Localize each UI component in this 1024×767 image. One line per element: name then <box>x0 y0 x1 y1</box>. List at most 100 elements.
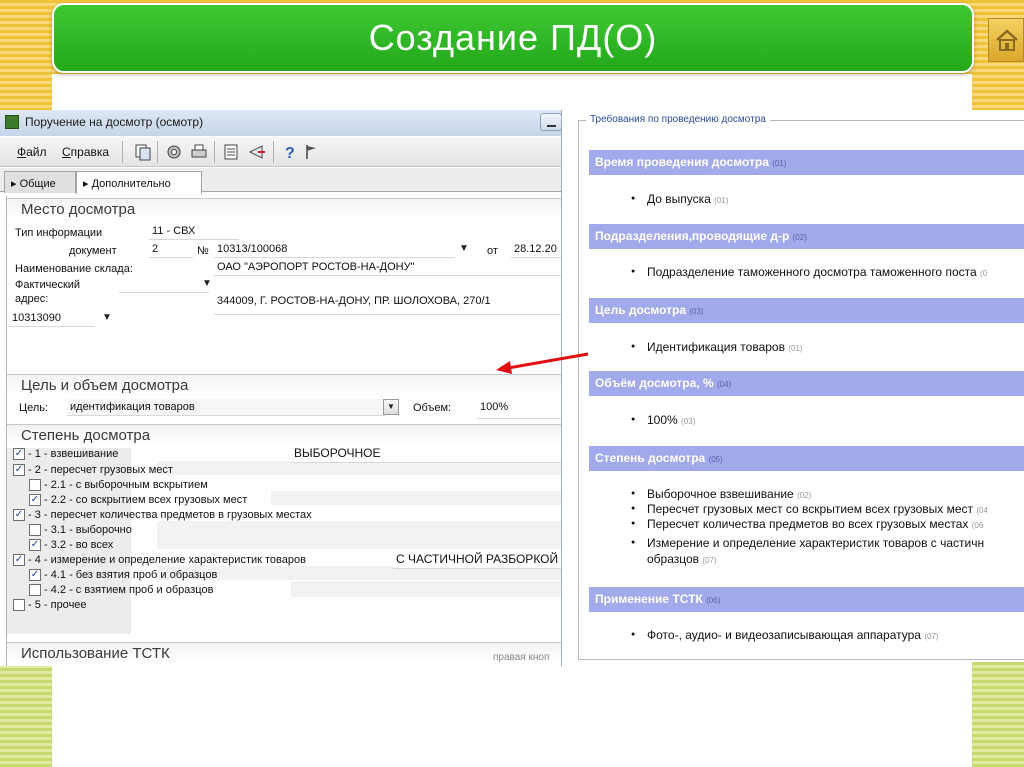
tab-general[interactable]: ▸ Общие <box>4 171 76 193</box>
code-field[interactable]: 10313090 <box>9 310 95 327</box>
requirement-item-code: (03) <box>681 417 696 426</box>
toolbar: Файл Справка ? <box>0 137 561 167</box>
bullet-icon: ● <box>631 520 636 527</box>
form-area: Место досмотра Тип информации 11 - СВХ д… <box>6 196 561 666</box>
degree-checkbox[interactable] <box>29 584 41 596</box>
requirement-item-text: образцов <box>647 552 700 566</box>
goal-dropdown-icon[interactable]: ▼ <box>383 399 399 415</box>
document-count-field[interactable]: 2 <box>149 241 193 258</box>
address-label: адрес: <box>15 293 49 305</box>
degree-value-field[interactable]: С ЧАСТИЧНОЙ РАЗБОРКОЙ <box>393 550 561 569</box>
requirement-header-text: Объём досмотра, % <box>595 376 714 390</box>
degree-item-label: - 4.2 - с взятием проб и образцов <box>44 584 214 596</box>
requirement-item-code: (01) <box>714 196 729 205</box>
degree-item-label: - 2 - пересчет грузовых мест <box>28 464 173 476</box>
slide-title: Создание ПД(О) <box>368 17 658 58</box>
degree-item-label: - 3 - пересчет количества предметов в гр… <box>28 509 312 521</box>
requirement-item: образцов (07) <box>647 552 717 566</box>
section-purpose: Цель и объем досмотра <box>7 374 561 396</box>
volume-field[interactable]: 100% <box>477 399 561 419</box>
toolbar-separator <box>214 141 215 163</box>
degree-checkbox[interactable] <box>13 599 25 611</box>
tstk-hint: правая кноп <box>493 652 550 663</box>
document-label: документ <box>69 245 117 257</box>
degree-checkbox[interactable] <box>13 554 25 566</box>
requirement-item-code: (07) <box>702 556 717 565</box>
send-icon[interactable] <box>248 143 266 161</box>
requirement-header-text: Время проведения досмотра <box>595 155 769 169</box>
help-icon[interactable]: ? <box>281 143 299 161</box>
requirement-item: Выборочное взвешивание (02) <box>647 487 811 501</box>
code-dropdown-icon[interactable]: ▼ <box>102 312 112 323</box>
requirement-item: Пересчет количества предметов во всех гр… <box>647 517 983 531</box>
degree-row-filler <box>271 491 561 505</box>
requirement-item-code: (07) <box>924 632 939 641</box>
degree-item-label: - 1 - взвешивание <box>28 448 119 460</box>
degree-checkbox[interactable] <box>13 448 25 460</box>
requirement-item-code: (01) <box>788 344 803 353</box>
document-dropdown-icon[interactable]: ▼ <box>459 243 469 254</box>
settings-icon[interactable] <box>165 143 183 161</box>
slide-title-bar: Создание ПД(О) <box>52 3 974 73</box>
bullet-icon: ● <box>631 539 636 546</box>
place-empty-area <box>7 328 561 374</box>
degree-checkbox[interactable] <box>13 509 25 521</box>
document-number-field[interactable]: 10313/100068 <box>214 241 454 258</box>
requirement-item-text: До выпуска <box>647 192 711 206</box>
document-date-field[interactable]: 28.12.20 <box>511 241 561 258</box>
requirement-header-code: (04) <box>717 380 732 389</box>
requirement-header-text: Цель досмотра <box>595 303 687 317</box>
info-type-field[interactable]: 11 - СВХ <box>149 223 239 240</box>
tab-additional-arrow-icon: ▸ <box>83 178 92 190</box>
window-title: Поручение на досмотр (осмотр) <box>25 115 204 129</box>
goal-select[interactable]: идентификация товаров <box>67 399 385 416</box>
address-type-field[interactable] <box>119 276 209 293</box>
toolbar-separator <box>157 141 158 163</box>
requirement-item-text: Подразделение таможенного досмотра тамож… <box>647 265 977 279</box>
requirement-item: Идентификация товаров (01) <box>647 340 803 354</box>
toolbar-separator <box>122 141 123 163</box>
address-type-dropdown-icon[interactable]: ▼ <box>202 278 212 289</box>
copy-icon[interactable] <box>134 143 152 161</box>
requirement-header-text: Степень досмотра <box>595 451 706 465</box>
degree-checkbox[interactable] <box>13 464 25 476</box>
degree-item-label: - 3.2 - во всех <box>44 539 114 551</box>
bullet-icon: ● <box>631 268 636 275</box>
degree-value-field[interactable]: ВЫБОРОЧНОЕ <box>291 444 561 463</box>
requirement-header: Объём досмотра, % (04) <box>589 371 1024 396</box>
flag-icon[interactable] <box>302 143 320 161</box>
home-button[interactable] <box>988 18 1024 62</box>
menu-file[interactable]: Файл <box>17 145 47 159</box>
requirement-item-code: (0 <box>980 269 988 278</box>
bullet-icon: ● <box>631 490 636 497</box>
degree-checkbox[interactable] <box>29 479 41 491</box>
arrow-left-icon <box>496 352 589 374</box>
requirement-item: Пересчет грузовых мест со вскрытием всех… <box>647 502 988 516</box>
print-icon[interactable] <box>190 143 208 161</box>
requirement-item-text: Пересчет количества предметов во всех гр… <box>647 517 969 531</box>
degree-checkbox[interactable] <box>29 494 41 506</box>
requirement-item-text: Фото-, аудио- и видеозаписывающая аппара… <box>647 628 921 642</box>
list-icon[interactable] <box>222 143 240 161</box>
requirement-item-code: (06 <box>971 521 984 530</box>
requirements-panel: Требования по проведению досмотра Время … <box>578 112 1024 660</box>
info-type-label: Тип информации <box>15 227 103 239</box>
requirement-header-text: Применение ТСТК <box>595 592 703 606</box>
slide-background-bottom-left <box>0 662 52 767</box>
requirement-header-code: (05) <box>708 455 723 464</box>
tab-bar: ▸ Общие ▸ Дополнительно <box>0 168 561 194</box>
degree-checkbox[interactable] <box>29 524 41 536</box>
degree-row-filler <box>291 581 561 597</box>
minimize-button[interactable] <box>540 113 561 131</box>
degree-item-label: - 2.2 - со вскрытием всех грузовых мест <box>44 494 248 506</box>
warehouse-label: Наименование склада: <box>15 263 133 275</box>
warehouse-field[interactable]: ОАО "АЭРОПОРТ РОСТОВ-НА-ДОНУ" <box>214 259 561 276</box>
tab-additional[interactable]: ▸ Дополнительно <box>76 171 202 194</box>
menu-help[interactable]: Справка <box>62 145 109 159</box>
requirement-item-text: Пересчет грузовых мест со вскрытием всех… <box>647 502 973 516</box>
degree-checkbox[interactable] <box>29 569 41 581</box>
address-field[interactable]: 344009, Г. РОСТОВ-НА-ДОНУ, ПР. ШОЛОХОВА,… <box>214 293 561 315</box>
requirement-header: Степень досмотра (05) <box>589 446 1024 471</box>
degree-checkbox[interactable] <box>29 539 41 551</box>
requirement-header-code: (03) <box>689 307 704 316</box>
